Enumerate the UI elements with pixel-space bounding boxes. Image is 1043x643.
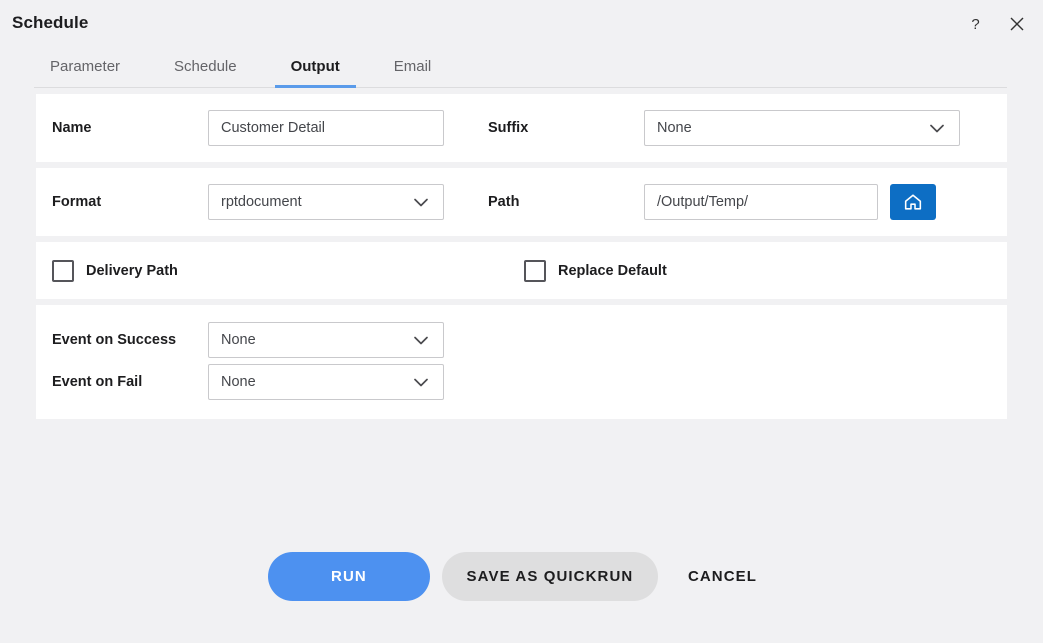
suffix-value: None (657, 120, 692, 136)
path-home-button[interactable] (890, 184, 936, 220)
tab-output-label: Output (290, 58, 340, 75)
path-label: Path (488, 194, 520, 210)
tab-bar: Parameter Schedule Output Email (0, 48, 1043, 88)
event-on-fail-select[interactable]: None (208, 364, 444, 400)
svg-text:?: ? (971, 16, 979, 33)
name-suffix-row: Name Suffix None (52, 94, 991, 162)
path-field-group: Path (488, 184, 964, 220)
chevron-down-icon (411, 330, 431, 350)
format-label: Format (52, 194, 102, 210)
event-on-fail-row: Event on Fail None (52, 361, 991, 403)
events-card: Event on Success None Event on Fail None (36, 305, 1007, 419)
format-path-row: Format rptdocument Path (52, 168, 991, 236)
help-button[interactable]: ? (959, 8, 991, 40)
event-on-success-select[interactable]: None (208, 322, 444, 358)
chevron-down-icon (411, 372, 431, 392)
home-icon (902, 191, 924, 213)
tab-parameter-label: Parameter (50, 58, 121, 75)
tab-schedule[interactable]: Schedule (158, 48, 253, 88)
run-button[interactable]: RUN (267, 552, 430, 601)
dialog-footer: RUN SAVE AS QUICKRUN CANCEL (0, 552, 1043, 601)
name-field-group: Name (52, 110, 488, 146)
chevron-down-icon (927, 118, 947, 138)
name-input[interactable] (208, 110, 444, 146)
chevron-down-icon (411, 192, 431, 212)
tab-schedule-label: Schedule (174, 58, 237, 75)
output-form: Name Suffix None Format (0, 88, 1043, 419)
tab-email-label: Email (393, 58, 432, 75)
event-on-fail-value: None (221, 374, 256, 390)
options-card: Delivery Path Replace Default (36, 242, 1007, 299)
event-on-success-value: None (221, 332, 256, 348)
event-on-success-row: Event on Success None (52, 319, 991, 361)
delivery-path-label: Delivery Path (86, 262, 178, 279)
name-label: Name (52, 120, 92, 136)
path-input[interactable] (644, 184, 878, 220)
close-icon (1009, 16, 1025, 32)
cancel-button[interactable]: CANCEL (670, 552, 775, 601)
window-titlebar: Schedule ? (0, 0, 1043, 48)
event-on-success-label: Event on Success (52, 332, 177, 348)
window-controls: ? (959, 8, 1033, 40)
save-as-quickrun-button[interactable]: SAVE AS QUICKRUN (441, 552, 658, 601)
options-row: Delivery Path Replace Default (52, 242, 991, 299)
replace-default-label: Replace Default (558, 262, 667, 279)
delivery-path-checkbox[interactable]: Delivery Path (52, 259, 524, 282)
suffix-label: Suffix (488, 120, 529, 136)
tab-output[interactable]: Output (274, 48, 356, 88)
suffix-field-group: Suffix None (488, 110, 964, 146)
tab-email[interactable]: Email (378, 48, 448, 88)
format-field-group: Format rptdocument (52, 184, 488, 220)
format-path-card: Format rptdocument Path (36, 168, 1007, 236)
tab-parameter[interactable]: Parameter (34, 48, 136, 88)
question-mark-icon: ? (967, 16, 984, 33)
close-button[interactable] (1001, 8, 1033, 40)
page-title: Schedule (12, 13, 89, 32)
delivery-path-checkbox-box (52, 259, 74, 282)
format-select[interactable]: rptdocument (208, 184, 444, 220)
replace-default-checkbox[interactable]: Replace Default (524, 259, 667, 282)
replace-default-checkbox-box (524, 259, 546, 282)
format-value: rptdocument (221, 194, 302, 210)
suffix-select[interactable]: None (644, 110, 960, 146)
name-suffix-card: Name Suffix None (36, 94, 1007, 162)
event-on-fail-label: Event on Fail (52, 374, 143, 390)
